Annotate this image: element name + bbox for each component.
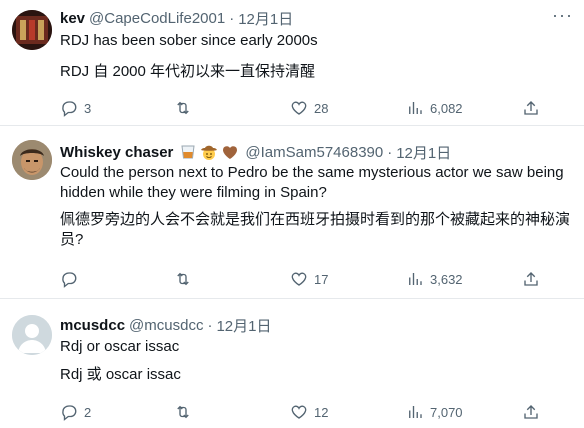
tweet-whiskey-chaser[interactable]: Whiskey chaser @IamSam57468390 · 12月1日 C… (0, 126, 584, 297)
tweet-text: Could the person next to Pedro be the sa… (60, 163, 572, 203)
retweet-button[interactable] (174, 270, 198, 288)
retweet-icon (177, 405, 189, 419)
share-button[interactable] (522, 403, 540, 421)
reply-count: 2 (84, 404, 92, 420)
retweet-icon (177, 101, 189, 115)
like-button[interactable]: 12 (290, 403, 328, 421)
like-button[interactable]: 17 (290, 270, 328, 288)
reply-button[interactable]: 2 (60, 403, 91, 421)
tweet-translation-line: 员? (60, 231, 84, 248)
tweet-header: kev @CapeCodLife2001 · 12月1日 (60, 8, 293, 28)
author-handle[interactable]: @mcusdcc (129, 317, 203, 334)
views-count: 3,632 (430, 271, 463, 287)
author-name[interactable]: Whiskey chaser (60, 144, 173, 161)
views-button[interactable]: 6,082 (406, 99, 463, 117)
tweet-translation: RDJ 自 2000 年代初以来一直保持清醒 (60, 63, 316, 80)
default-avatar-icon (12, 315, 52, 355)
avatar[interactable] (12, 10, 52, 50)
separator-dot: · (207, 316, 213, 334)
author-handle[interactable]: @CapeCodLife2001 (89, 10, 225, 27)
tweet-translation: Rdj 或 oscar issac (60, 366, 181, 383)
heart-icon (291, 405, 307, 419)
tweet-actions: 2 12 7,070 (60, 403, 560, 423)
tweet-text: RDJ has been sober since early 2000s (60, 32, 318, 49)
reply-icon (62, 272, 77, 288)
brown-heart-icon (223, 146, 238, 159)
retweet-button[interactable] (174, 403, 198, 421)
reply-button[interactable]: 3 (60, 99, 91, 117)
tweet-date[interactable]: 12月1日 (216, 315, 271, 336)
retweet-icon (177, 272, 189, 286)
like-button[interactable]: 28 (290, 99, 328, 117)
tweet-text-line: hidden while they were filming in Spain? (60, 184, 327, 201)
tweet-actions: 3 28 6,082 (60, 99, 560, 119)
more-icon[interactable]: ··· (552, 6, 572, 28)
tweet-date[interactable]: 12月1日 (396, 142, 451, 163)
views-icon (409, 273, 422, 285)
views-icon (409, 406, 422, 418)
views-count: 6,082 (430, 100, 463, 116)
heart-icon (291, 101, 307, 115)
reply-icon (62, 101, 77, 117)
tweet-actions: 17 3,632 (60, 270, 560, 290)
author-name[interactable]: kev (60, 10, 85, 27)
like-count: 28 (314, 100, 329, 116)
heart-icon (291, 272, 307, 286)
avatar-image (12, 10, 52, 50)
views-icon (409, 102, 422, 114)
tweet-translation-line: 佩德罗旁边的人会不会就是我们在西班牙拍摄时看到的那个被藏起来的神秘演 (60, 211, 571, 228)
author-handle[interactable]: @IamSam57468390 (245, 144, 383, 161)
like-count: 17 (314, 271, 329, 287)
tweet-translation: 佩德罗旁边的人会不会就是我们在西班牙拍摄时看到的那个被藏起来的神秘演 员? (60, 210, 572, 250)
tweet-header: Whiskey chaser @IamSam57468390 · 12月1日 (60, 142, 451, 162)
tweet-header: mcusdcc @mcusdcc · 12月1日 (60, 315, 272, 335)
avatar-image (12, 140, 52, 180)
avatar[interactable] (12, 315, 52, 355)
views-count: 7,070 (430, 404, 463, 420)
tweet-mcusdcc[interactable]: mcusdcc @mcusdcc · 12月1日 Rdj or oscar is… (0, 299, 584, 428)
tweet-text-line: Could the person next to Pedro be the sa… (60, 164, 564, 181)
reply-icon (62, 405, 77, 421)
cowboy-face-icon (201, 145, 218, 160)
whiskey-glass-icon (181, 145, 195, 159)
separator-dot: · (387, 143, 393, 161)
like-count: 12 (314, 404, 329, 420)
share-button[interactable] (522, 99, 540, 117)
retweet-button[interactable] (174, 99, 198, 117)
share-icon (524, 101, 538, 115)
tweet-kev[interactable]: kev @CapeCodLife2001 · 12月1日 ··· RDJ has… (0, 0, 584, 124)
reply-count: 3 (84, 100, 92, 116)
separator-dot: · (229, 9, 235, 27)
tweet-text: Rdj or oscar issac (60, 338, 180, 355)
reply-button[interactable] (60, 270, 84, 288)
tweet-date[interactable]: 12月1日 (238, 8, 293, 29)
views-button[interactable]: 7,070 (406, 403, 463, 421)
share-button[interactable] (522, 270, 540, 288)
avatar[interactable] (12, 140, 52, 180)
share-icon (524, 405, 538, 419)
views-button[interactable]: 3,632 (406, 270, 463, 288)
author-name[interactable]: mcusdcc (60, 317, 125, 334)
share-icon (524, 272, 538, 286)
